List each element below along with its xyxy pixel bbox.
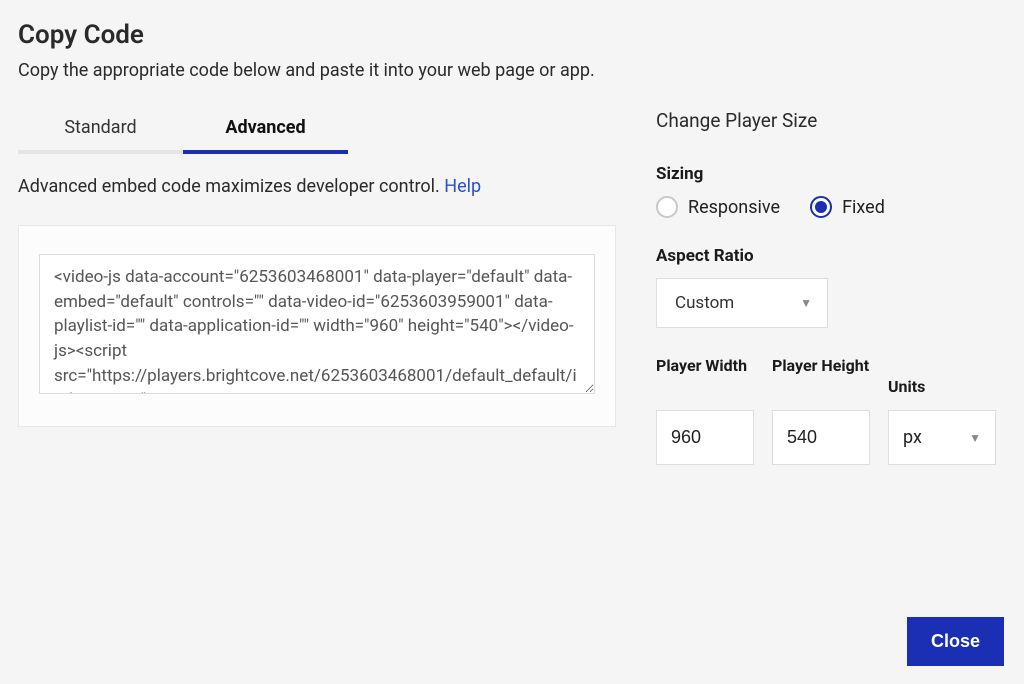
tab-description: Advanced embed code maximizes developer …: [18, 176, 616, 197]
radio-responsive[interactable]: Responsive: [656, 196, 780, 218]
right-column: Change Player Size Sizing Responsive Fix…: [656, 109, 1006, 465]
aspect-ratio-label: Aspect Ratio: [656, 246, 1006, 266]
radio-fixed-label: Fixed: [842, 197, 885, 218]
help-link[interactable]: Help: [444, 176, 481, 197]
units-label: Units: [888, 356, 996, 398]
sizing-label: Sizing: [656, 164, 1006, 184]
radio-dot-icon: [815, 201, 827, 213]
tabs: Standard Advanced: [18, 109, 616, 154]
units-select[interactable]: px ▼: [888, 410, 996, 465]
player-width-input[interactable]: [656, 410, 754, 465]
tab-standard[interactable]: Standard: [18, 109, 183, 154]
dialog-footer: Close: [907, 617, 1004, 666]
close-button[interactable]: Close: [907, 617, 1004, 666]
aspect-ratio-value: Custom: [675, 293, 734, 313]
player-width-label: Player Width: [656, 356, 754, 398]
chevron-down-icon: ▼: [800, 296, 812, 310]
radio-fixed[interactable]: Fixed: [810, 196, 885, 218]
radio-icon-checked: [810, 196, 832, 218]
code-panel: [18, 225, 616, 427]
units-value: px: [903, 427, 922, 448]
section-change-player-size: Change Player Size: [656, 109, 1006, 132]
embed-code-textarea[interactable]: [39, 254, 595, 394]
chevron-down-icon: ▼: [969, 431, 981, 445]
dimensions-row: Player Width Player Height Units px ▼: [656, 356, 1006, 465]
tab-advanced[interactable]: Advanced: [183, 109, 348, 154]
left-column: Standard Advanced Advanced embed code ma…: [18, 109, 616, 465]
radio-responsive-label: Responsive: [688, 197, 780, 218]
radio-icon-unchecked: [656, 196, 678, 218]
aspect-ratio-select[interactable]: Custom ▼: [656, 278, 828, 328]
sizing-radio-group: Responsive Fixed: [656, 196, 1006, 218]
player-height-label: Player Height: [772, 356, 870, 398]
player-height-input[interactable]: [772, 410, 870, 465]
dialog-title: Copy Code: [18, 20, 1006, 50]
dialog-subtitle: Copy the appropriate code below and past…: [18, 60, 1006, 81]
description-text: Advanced embed code maximizes developer …: [18, 176, 444, 197]
